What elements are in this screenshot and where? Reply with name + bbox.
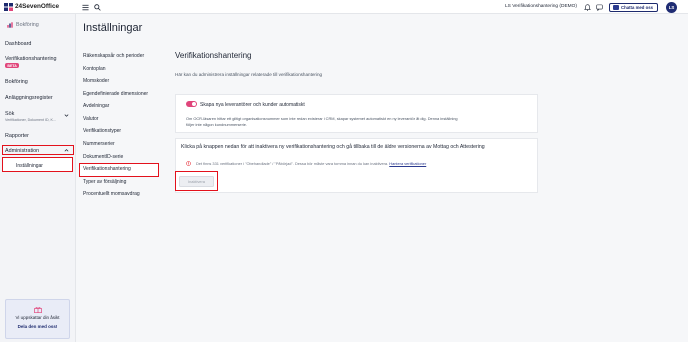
menu-icon[interactable] [82, 4, 89, 11]
toggle-label: Skapa nya leverantörer och kunder automa… [200, 101, 305, 108]
feedback-link[interactable]: Dela den med oss! [6, 324, 69, 329]
auto-create-toggle[interactable] [186, 101, 197, 107]
gift-icon [33, 307, 42, 313]
sidebar-item-label: Administration [5, 148, 40, 154]
subnav-item[interactable]: Verifikationstyper [83, 128, 121, 134]
warning-message: Det finns 331 verifikationer i "Obehandl… [196, 161, 426, 166]
inactivate-title: Klicka på knappen nedan för att inaktive… [181, 144, 485, 150]
logo-text: 24SevenOffice [15, 3, 60, 10]
sidebar-item-dashboard[interactable]: Dashboard [5, 41, 31, 47]
subnav-item[interactable]: Egendefinierade dimensioner [83, 91, 148, 97]
sidebar-item-label: Rapporter [5, 133, 29, 139]
feedback-text: Vi uppskattar din åsikt [15, 315, 60, 320]
chat-bubble-icon [613, 4, 619, 10]
sidebar-item-sok[interactable]: Sök Verifikationer, Dokument ID, K... [5, 111, 56, 122]
module-label: Bokföring [16, 22, 39, 28]
manage-verifications-link[interactable]: Hantera verifikationer [389, 161, 426, 166]
sidebar-item-label: Bokföring [5, 79, 28, 85]
module-title[interactable]: Bokföring [7, 22, 39, 28]
inactivate-button[interactable]: Inaktivera [179, 176, 214, 187]
chevron-down-icon[interactable] [64, 113, 69, 118]
bell-icon[interactable] [584, 3, 591, 11]
subnav-item[interactable]: Avdelningar [83, 103, 109, 109]
sidebar-item-sublabel: Verifikationer, Dokument ID, K... [5, 118, 56, 122]
subnav-item[interactable]: Kontoplan [83, 66, 106, 72]
chevron-up-icon[interactable] [64, 148, 69, 153]
page-title: Inställningar [83, 22, 143, 34]
chat-icon[interactable] [596, 4, 603, 11]
bookkeeping-icon [7, 22, 13, 28]
toggle-info-line-2: följer inte någon kundnummerserie. [186, 121, 247, 127]
subnav-item[interactable]: Valutor [83, 116, 98, 122]
sidebar-item-bokforing[interactable]: Bokföring [5, 79, 28, 85]
toggle-info-line-1: Om OCR-läsaren hittar ett giltigt organi… [186, 116, 458, 121]
logo-icon [4, 2, 13, 11]
sidebar-item-label: Dashboard [5, 41, 32, 47]
section-title: Verifikationshantering [175, 51, 252, 60]
warning-text: Det finns 331 verifikationer i "Obehandl… [196, 161, 389, 166]
beta-badge: BETA [5, 63, 20, 69]
subnav-item[interactable]: Verifikationshantering [83, 166, 131, 172]
company-name[interactable]: LS Verifikationshantering (DEMO) [505, 4, 577, 9]
subnav-item[interactable]: Räkenskapsår och perioder [83, 53, 144, 59]
sidebar-item-anlaggningsregister[interactable]: Anläggningsregister [5, 95, 53, 101]
search-icon[interactable] [94, 3, 101, 11]
sidebar-item-label: Verifikationshantering [5, 56, 57, 62]
toggle-info: Om OCR-läsaren hittar ett giltigt organi… [186, 116, 532, 128]
chat-with-us-button[interactable]: Chatta med oss [609, 2, 658, 12]
sidebar-item-label: Anläggningsregister [5, 95, 53, 101]
avatar[interactable]: LS [666, 1, 677, 13]
chat-button-label: Chatta med oss [621, 4, 653, 10]
subnav-item[interactable]: DokumentID-serie [83, 154, 123, 160]
subnav-item[interactable]: Momskoder [83, 78, 109, 84]
subnav-item[interactable]: Typer av försäljning [83, 179, 126, 185]
sidebar-item-rapporter[interactable]: Rapporter [5, 133, 29, 139]
warning-icon [186, 160, 191, 166]
sidebar-item-verifikationshantering[interactable]: Verifikationshantering BETA [5, 56, 57, 69]
logo[interactable]: 24SevenOffice [4, 2, 60, 11]
sidebar-item-label: Sök [5, 111, 15, 117]
section-description: Här kan du administrera inställningar re… [175, 72, 323, 77]
subnav-item[interactable]: Procentuellt momsavdrag [83, 191, 140, 197]
feedback-card[interactable]: Vi uppskattar din åsikt Dela den med oss… [5, 299, 70, 339]
sidebar-subitem-label: Inställningar [16, 163, 43, 169]
subnav-item[interactable]: Nummerserier [83, 141, 115, 147]
